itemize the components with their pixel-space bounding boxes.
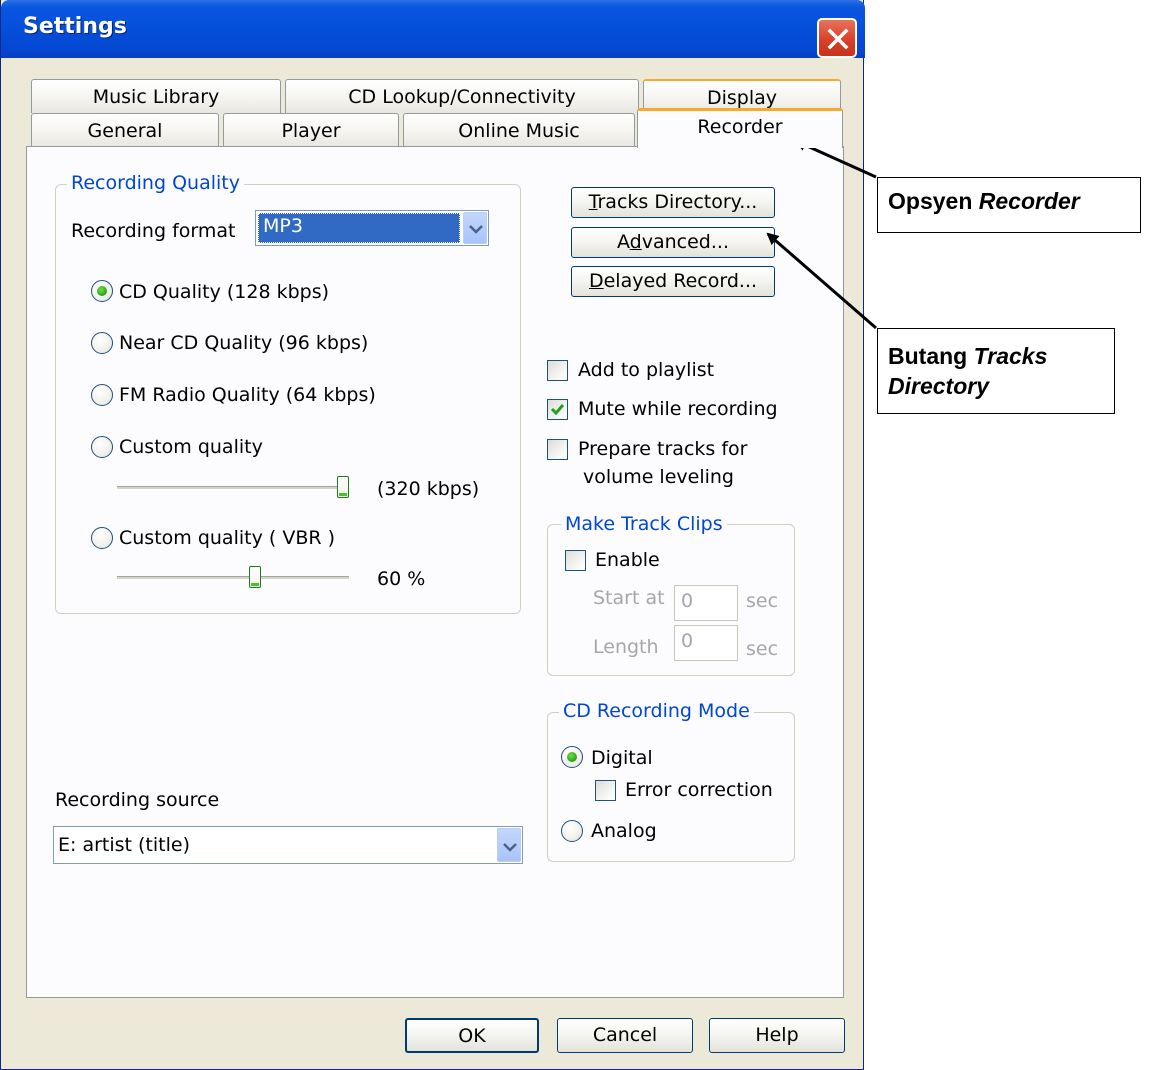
annotation-arrows <box>766 139 877 330</box>
callout-tracks-directory-button: Butang Tracks Directory <box>877 328 1115 414</box>
tracks-directory-arrow <box>766 232 877 330</box>
callout-recorder-option: Opsyen Recorder <box>877 177 1141 233</box>
tab-recorder[interactable]: Recorder <box>637 108 843 148</box>
